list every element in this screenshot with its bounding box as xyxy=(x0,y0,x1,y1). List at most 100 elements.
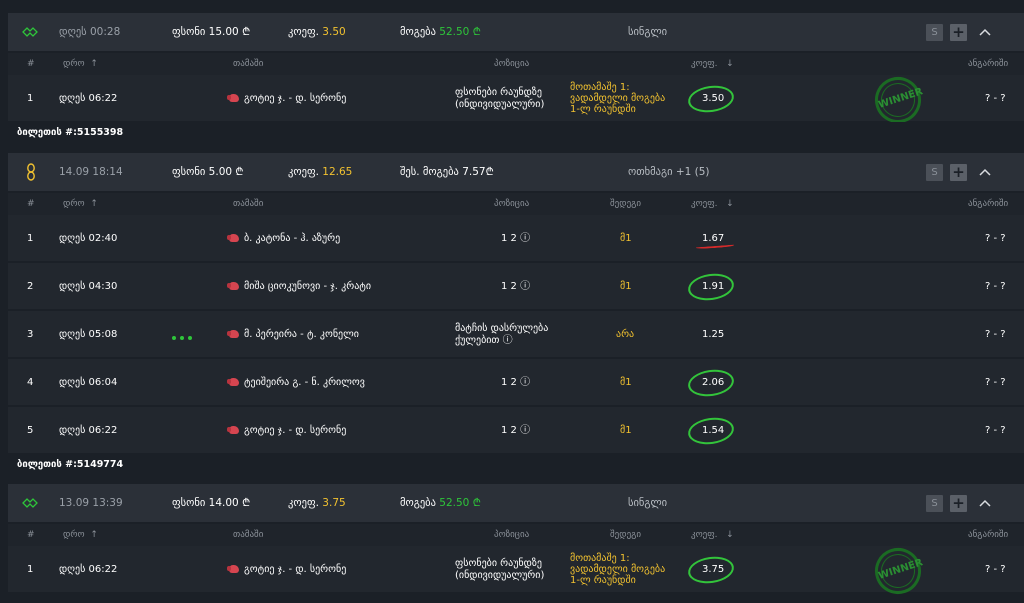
row-time: დღეს 06:22 xyxy=(59,564,118,575)
row-num: 4 xyxy=(27,377,34,388)
slip-date: დღეს 00:28 xyxy=(59,26,121,38)
save-slip-button[interactable]: S xyxy=(926,164,943,181)
save-slip-button[interactable]: S xyxy=(926,24,943,41)
col-num: # xyxy=(27,530,35,540)
boxing-glove-icon xyxy=(227,282,239,290)
row-num: 1 xyxy=(27,93,34,104)
col-num: # xyxy=(27,59,35,69)
add-slip-button[interactable]: + xyxy=(950,24,967,41)
table-header: # დრო ↑ თამაში პოზიცია კოეფ. ↓ ანგარიში xyxy=(8,53,1024,75)
col-coef[interactable]: კოეფ. ↓ xyxy=(691,193,734,215)
slip-stake: ფსონი 15.00 ₾ xyxy=(172,26,251,38)
slip-coef: კოეფ. 12.65 xyxy=(288,166,353,178)
table-row[interactable]: 3 დღეს 05:08 მ. პერეირა - ტ. კონელი მატჩ… xyxy=(8,311,1024,358)
row-result: ? - ? xyxy=(985,281,1006,292)
slip-win: მოგება 52.50 ₾ xyxy=(400,497,481,509)
row-pick: მოთამაშე 1: ვადამდელი მოგება 1-ლ რაუნდში xyxy=(570,553,666,586)
table-row[interactable]: 1 დღეს 06:22 გოტიე ჯ. - დ. სერონე ფსონებ… xyxy=(8,542,1024,600)
row-coef: 2.06 xyxy=(702,377,725,388)
row-pick: მ1 xyxy=(620,425,632,436)
row-coef: 1.91 xyxy=(702,281,725,292)
single-bet-icon xyxy=(22,13,38,51)
row-coef: 1.54 xyxy=(702,425,725,436)
table-header: # დრო ↑ თამაში პოზიცია შედეგი კოეფ. ↓ ან… xyxy=(8,193,1024,215)
row-time: დღეს 02:40 xyxy=(59,233,118,244)
row-time: დღეს 06:22 xyxy=(59,425,118,436)
table-row[interactable]: 1 დღეს 06:22 გოტიე ჯ. - დ. სერონე ფსონებ… xyxy=(8,71,1024,129)
col-match: თამაში xyxy=(233,59,264,69)
row-match[interactable]: ბ. კატონა - ჰ. აზურე xyxy=(227,215,340,262)
slip-type: ოთხმაგი +1 (5) xyxy=(628,166,710,178)
col-match: თამაში xyxy=(233,530,264,540)
row-position: 1 2 ⓘ xyxy=(501,281,531,292)
col-coef[interactable]: კოეფ. ↓ xyxy=(691,524,734,546)
boxing-glove-icon xyxy=(227,378,239,386)
row-time: დღეს 05:08 xyxy=(59,329,118,340)
col-position: პოზიცია xyxy=(494,199,530,209)
col-position: პოზიცია xyxy=(494,530,530,540)
row-match[interactable]: გოტიე ჯ. - დ. სერონე xyxy=(227,75,346,122)
row-time: დღეს 06:04 xyxy=(59,377,118,388)
row-result: ? - ? xyxy=(985,233,1006,244)
row-match[interactable]: ტეიშეირა გ. - ნ. კრილოვ xyxy=(227,359,365,406)
col-pick: შედეგი xyxy=(610,199,642,209)
row-result: ? - ? xyxy=(985,425,1006,436)
slip-stake: ფსონი 14.00 ₾ xyxy=(172,497,251,509)
slip-date: 13.09 13:39 xyxy=(59,497,123,509)
slip-header[interactable]: დღეს 00:28 ფსონი 15.00 ₾ კოეფ. 3.50 მოგე… xyxy=(8,13,1024,51)
row-position: ფსონები რაუნდზე (ინდივიდუალური) xyxy=(455,87,545,110)
row-position: 1 2 ⓘ xyxy=(501,233,531,244)
slip-header[interactable]: 14.09 18:14 ფსონი 5.00 ₾ კოეფ. 12.65 შეს… xyxy=(8,153,1024,191)
slip-type: სინგლი xyxy=(628,497,668,509)
row-num: 1 xyxy=(27,233,34,244)
row-coef: 1.25 xyxy=(702,329,725,340)
boxing-glove-icon xyxy=(227,94,239,102)
chevron-up-icon[interactable] xyxy=(978,153,992,191)
row-time: დღეს 04:30 xyxy=(59,281,118,292)
chevron-up-icon[interactable] xyxy=(978,13,992,51)
row-coef: 3.75 xyxy=(702,564,725,575)
single-bet-icon xyxy=(22,484,38,522)
express-bet-icon xyxy=(25,153,37,191)
slip-header[interactable]: 13.09 13:39 ფსონი 14.00 ₾ კოეფ. 3.75 მოგ… xyxy=(8,484,1024,522)
col-coef[interactable]: კოეფ. ↓ xyxy=(691,53,734,75)
slip-stake: ფსონი 5.00 ₾ xyxy=(172,166,244,178)
col-time[interactable]: დრო ↑ xyxy=(63,193,98,215)
add-slip-button[interactable]: + xyxy=(950,495,967,512)
table-row[interactable]: 1 დღეს 02:40 ბ. კატონა - ჰ. აზურე 1 2 ⓘ … xyxy=(8,215,1024,262)
table-header: # დრო ↑ თამაში პოზიცია შედეგი კოეფ. ↓ ან… xyxy=(8,524,1024,546)
row-pick: არა xyxy=(616,329,635,340)
col-time[interactable]: დრო ↑ xyxy=(63,53,98,75)
col-time[interactable]: დრო ↑ xyxy=(63,524,98,546)
boxing-glove-icon xyxy=(227,426,239,434)
row-result: ? - ? xyxy=(985,93,1006,104)
slip-win: მოგება 52.50 ₾ xyxy=(400,26,481,38)
row-position: 1 2 ⓘ xyxy=(501,425,531,436)
slip-possible-win: შეს. მოგება 7.57₾ xyxy=(400,166,494,178)
row-num: 3 xyxy=(27,329,34,340)
save-slip-button[interactable]: S xyxy=(926,495,943,512)
winner-stamp-icon: WINNER xyxy=(869,71,927,129)
row-result: ? - ? xyxy=(985,377,1006,388)
row-match[interactable]: მ. პერეირა - ტ. კონელი xyxy=(227,311,359,358)
col-position: პოზიცია xyxy=(494,59,530,69)
slip-type: სინგლი xyxy=(628,26,668,38)
row-match[interactable]: მიშა ციოკუნოვი - ჯ. კრატი xyxy=(227,263,371,310)
table-row[interactable]: 5 დღეს 06:22 გოტიე ჯ. - დ. სერონე 1 2 ⓘ … xyxy=(8,407,1024,454)
chevron-up-icon[interactable] xyxy=(978,484,992,522)
row-match[interactable]: გოტიე ჯ. - დ. სერონე xyxy=(227,546,346,593)
row-pick: მ1 xyxy=(620,233,632,244)
table-row[interactable]: 4 დღეს 06:04 ტეიშეირა გ. - ნ. კრილოვ 1 2… xyxy=(8,359,1024,406)
col-result: ანგარიში xyxy=(968,59,1009,69)
row-position: ფსონები რაუნდზე (ინდივიდუალური) xyxy=(455,558,545,581)
add-slip-button[interactable]: + xyxy=(950,164,967,181)
row-pick: მოთამაშე 1: ვადამდელი მოგება 1-ლ რაუნდში xyxy=(570,82,666,115)
col-result: ანგარიში xyxy=(968,530,1009,540)
live-indicator-icon xyxy=(172,332,196,343)
row-match[interactable]: გოტიე ჯ. - დ. სერონე xyxy=(227,407,346,454)
row-pick: მ1 xyxy=(620,281,632,292)
slip-coef: კოეფ. 3.50 xyxy=(288,26,346,38)
col-num: # xyxy=(27,199,35,209)
col-match: თამაში xyxy=(233,199,264,209)
table-row[interactable]: 2 დღეს 04:30 მიშა ციოკუნოვი - ჯ. კრატი 1… xyxy=(8,263,1024,310)
